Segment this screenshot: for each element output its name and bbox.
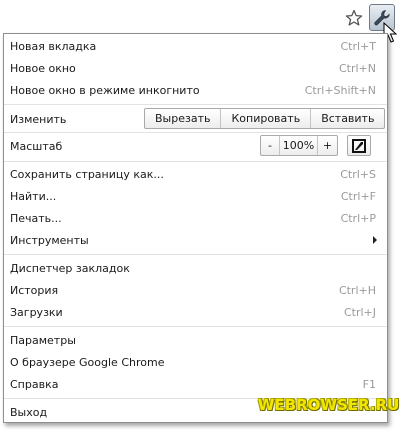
menu-item-new-incognito-window[interactable]: Новое окно в режиме инкогнито Ctrl+Shift… [4,79,387,101]
menu-item-new-tab[interactable]: Новая вкладка Ctrl+T [4,35,387,57]
menu-item-shortcut: Ctrl+F [340,189,376,203]
menu-item-tools[interactable]: Инструменты [4,229,387,251]
zoom-control-group: - 100% + [260,135,338,156]
menu-item-label: Инструменты [10,233,89,247]
menu-item-label: Загрузки [10,305,63,319]
menu-item-print[interactable]: Печать... Ctrl+P [4,207,387,229]
menu-item-shortcut: Ctrl+N [338,61,376,75]
menu-item-downloads[interactable]: Загрузки Ctrl+J [4,301,387,323]
site-watermark: WEBROWSER.RU [258,396,400,414]
menu-separator [4,326,387,327]
menu-item-shortcut: Ctrl+H [338,283,376,297]
menu-item-label: Изменить [10,112,67,126]
menu-item-shortcut: F1 [362,377,376,391]
menu-item-label: Диспетчер закладок [10,261,130,275]
menu-separator [4,104,387,105]
menu-separator [4,254,387,255]
zoom-in-button[interactable]: + [318,136,337,155]
edit-button-group: Вырезать Копировать Вставить [144,108,386,129]
menu-item-label: Выход [10,405,48,419]
menu-item-label: Сохранить страницу как... [10,167,164,181]
browser-toolbar [0,0,408,43]
bookmark-star-button[interactable] [343,7,365,29]
menu-item-about[interactable]: О браузере Google Chrome [4,351,387,373]
menu-item-shortcut: Ctrl+J [343,305,376,319]
fullscreen-button[interactable] [347,135,371,156]
menu-item-label: Найти... [10,189,57,203]
menu-item-help[interactable]: Справка F1 [4,373,387,395]
menu-item-shortcut: Ctrl+P [340,211,376,225]
menu-item-new-window[interactable]: Новое окно Ctrl+N [4,57,387,79]
zoom-level: 100% [280,136,318,155]
menu-item-label: Справка [10,377,59,391]
menu-item-shortcut: Ctrl+Shift+N [304,83,376,97]
menu-item-zoom: Масштаб - 100% + [4,133,387,159]
menu-item-shortcut: Ctrl+T [340,39,376,53]
submenu-arrow-icon [373,236,377,244]
menu-item-label: Новое окно в режиме инкогнито [10,83,200,97]
menu-item-label: Параметры [10,333,76,347]
menu-item-history[interactable]: История Ctrl+H [4,279,387,301]
cut-button[interactable]: Вырезать [145,109,222,128]
menu-item-edit: Изменить Вырезать Копировать Вставить [4,106,387,132]
menu-item-label: Печать... [10,211,62,225]
menu-item-label: История [10,283,59,297]
menu-item-save-page[interactable]: Сохранить страницу как... Ctrl+S [4,163,387,185]
menu-separator [4,161,387,162]
menu-item-shortcut: Ctrl+S [340,167,376,181]
menu-item-label: Новое окно [10,61,76,75]
menu-item-find[interactable]: Найти... Ctrl+F [4,185,387,207]
zoom-out-button[interactable]: - [261,136,280,155]
wrench-dropdown-menu: Новая вкладка Ctrl+T Новое окно Ctrl+N Н… [3,33,388,423]
copy-button[interactable]: Копировать [221,109,312,128]
menu-item-bookmark-manager[interactable]: Диспетчер закладок [4,257,387,279]
menu-item-settings[interactable]: Параметры [4,329,387,351]
menu-item-label: Масштаб [10,139,63,153]
star-outline-icon [345,9,363,26]
fullscreen-icon [352,138,366,153]
paste-button[interactable]: Вставить [311,109,384,128]
menu-item-label: Новая вкладка [10,39,97,53]
menu-item-label: О браузере Google Chrome [10,355,165,369]
